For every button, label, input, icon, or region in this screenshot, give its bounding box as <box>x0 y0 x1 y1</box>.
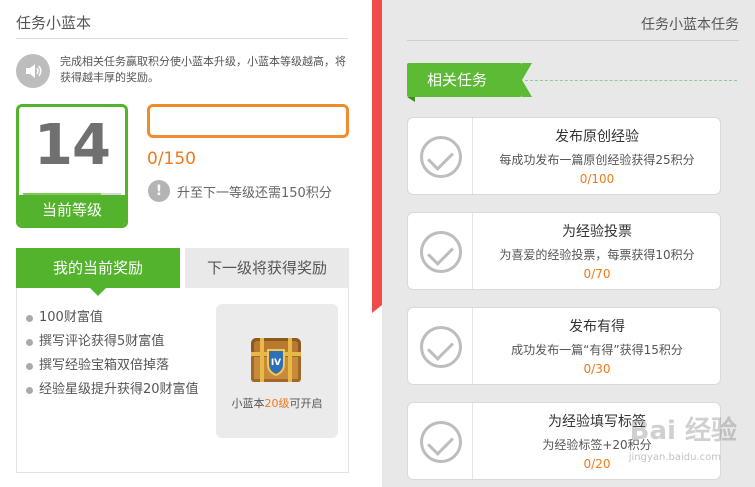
tab-next-rewards[interactable]: 下一级将获得奖励 <box>185 248 349 288</box>
red-divider <box>372 0 382 305</box>
left-panel: 任务小蓝本 完成相关任务赢取积分使小蓝本升级，小蓝本等级越高，将获得越丰厚的奖励… <box>0 0 372 487</box>
task-progress: 0/30 <box>583 362 611 376</box>
reward-list: 100财富值 撰写评论获得5财富值 撰写经验宝箱双倍掉落 经验星级提升获得20财… <box>26 306 206 402</box>
title-divider <box>16 38 348 39</box>
points-progress-text: 0/150 <box>147 149 196 169</box>
treasure-chest-card[interactable]: IV 小蓝本20级可开启 <box>216 304 338 438</box>
watermark-url: jingyan.baidu.com <box>628 452 721 463</box>
speaker-icon <box>16 54 50 88</box>
tab-current-rewards[interactable]: 我的当前奖励 <box>16 248 180 288</box>
points-progress-bar <box>147 104 349 138</box>
chest-unlock-text: 小蓝本20级可开启 <box>231 397 323 410</box>
red-divider-tip <box>372 305 382 313</box>
task-name: 发布原创经验 <box>555 129 639 145</box>
task-card[interactable]: 为经验投票 为喜爱的经验投票，每票获得10积分 0/70 <box>407 212 721 290</box>
list-item: 经验星级提升获得20财富值 <box>26 378 206 402</box>
task-name: 为经验投票 <box>562 224 632 240</box>
points-needed-text: 升至下一等级还需150积分 <box>177 186 332 201</box>
related-tasks-ribbon: 相关任务 <box>407 63 532 97</box>
info-icon: ! <box>148 180 170 202</box>
list-item: 100财富值 <box>26 306 206 330</box>
title-divider <box>407 40 739 41</box>
intro-text: 完成相关任务赢取积分使小蓝本升级，小蓝本等级越高，将获得越丰厚的奖励。 <box>60 55 346 84</box>
check-icon <box>420 136 462 178</box>
task-card[interactable]: 发布有得 成功发布一篇“有得”获得15积分 0/30 <box>407 307 721 385</box>
task-desc: 每成功发布一篇原创经验获得25积分 <box>499 153 695 167</box>
task-progress: 0/100 <box>579 172 615 186</box>
check-icon <box>420 421 462 463</box>
ribbon-dashed-line <box>525 80 737 81</box>
task-desc: 成功发布一篇“有得”获得15积分 <box>511 343 683 357</box>
treasure-chest-icon: IV <box>248 332 304 384</box>
ribbon-fold <box>407 97 415 102</box>
task-card[interactable]: 发布原创经验 每成功发布一篇原创经验获得25积分 0/100 <box>407 117 721 195</box>
list-item: 撰写经验宝箱双倍掉落 <box>26 354 206 378</box>
task-progress: 0/70 <box>583 267 611 281</box>
level-label: 当前等级 <box>19 195 125 225</box>
watermark-logo: Bai 经验 <box>629 416 737 446</box>
level-value: 14 <box>34 113 111 178</box>
check-icon <box>420 231 462 273</box>
chest-badge: IV <box>271 358 281 368</box>
level-box: 14 当前等级 <box>16 104 128 228</box>
right-panel-title: 任务小蓝本任务 <box>641 17 739 33</box>
chest-unlock-level: 20级 <box>264 397 290 410</box>
task-desc: 为喜爱的经验投票，每票获得10积分 <box>499 248 695 262</box>
task-name: 发布有得 <box>569 319 625 335</box>
list-item: 撰写评论获得5财富值 <box>26 330 206 354</box>
check-icon <box>420 326 462 368</box>
panel-title: 任务小蓝本 <box>16 14 92 32</box>
right-panel: 任务小蓝本任务 相关任务 发布原创经验 每成功发布一篇原创经验获得25积分 0/… <box>382 0 755 487</box>
